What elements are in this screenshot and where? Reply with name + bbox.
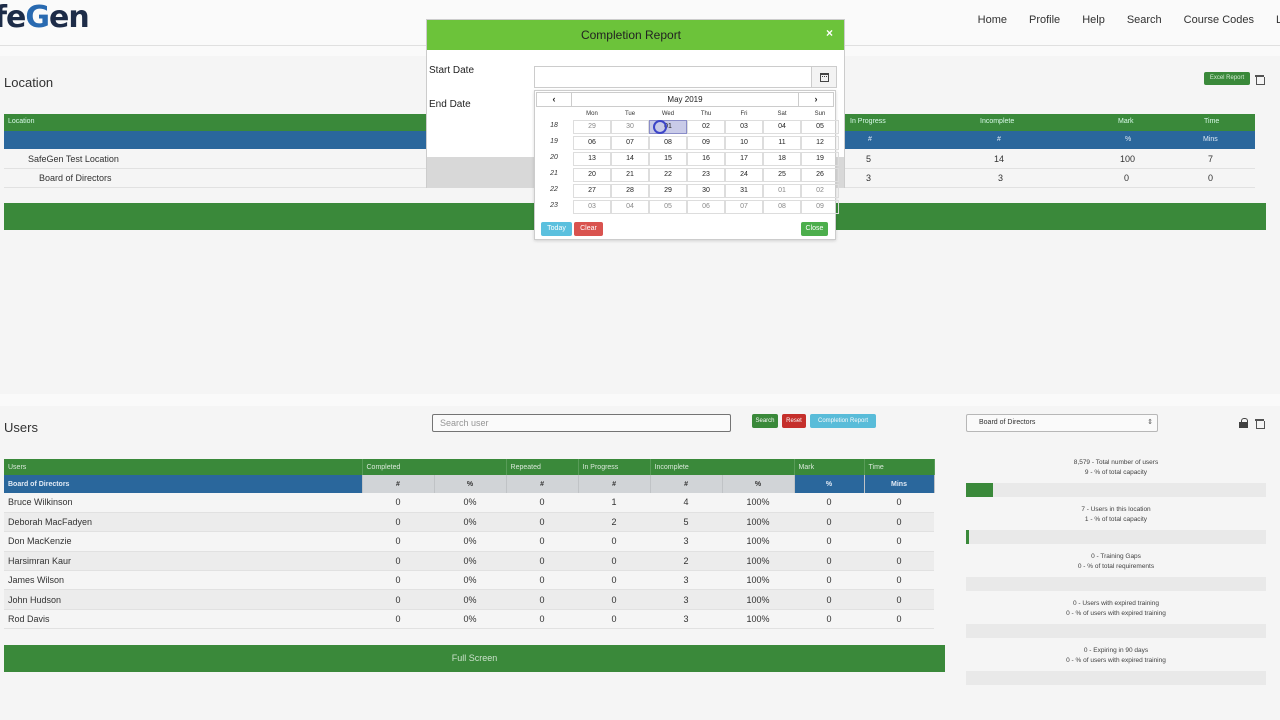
week-number: 21	[550, 170, 558, 177]
weekday-label: Fri	[740, 111, 748, 117]
calendar-day[interactable]: 08	[649, 136, 687, 150]
calendar-day[interactable]: 02	[687, 120, 725, 134]
calendar-day[interactable]: 04	[763, 120, 801, 134]
calendar-day[interactable]: 29	[649, 184, 687, 198]
calendar-day[interactable]: 24	[725, 168, 763, 182]
calendar-button[interactable]	[811, 66, 837, 88]
today-button[interactable]: Today	[541, 222, 572, 236]
calendar-week-row: 21 20 21 22 23 24 25 26	[535, 167, 839, 183]
close-button[interactable]: Close	[801, 222, 828, 236]
modal-header: Completion Report ×	[427, 20, 844, 50]
calendar-day[interactable]: 07	[611, 136, 649, 150]
calendar-day[interactable]: 01	[763, 184, 801, 198]
week-number: 23	[550, 202, 558, 209]
weekday-label: Wed	[661, 111, 675, 117]
calendar-day[interactable]: 04	[611, 200, 649, 214]
calendar-day[interactable]: 14	[611, 152, 649, 166]
weekday-label: Mon	[586, 111, 598, 117]
calendar-day[interactable]: 22	[649, 168, 687, 182]
week-number: 22	[550, 186, 558, 193]
calendar-day[interactable]: 16	[687, 152, 725, 166]
calendar-icon	[820, 73, 829, 82]
calendar-day[interactable]: 03	[725, 120, 763, 134]
start-date-input[interactable]	[534, 66, 811, 88]
calendar-day[interactable]: 25	[763, 168, 801, 182]
calendar-week-row: 22 27 28 29 30 31 01 02	[535, 183, 839, 199]
calendar-day[interactable]: 20	[573, 168, 611, 182]
calendar-day[interactable]: 12	[801, 136, 839, 150]
calendar-week-row: 19 06 07 08 09 10 11 12	[535, 135, 839, 151]
calendar-day[interactable]: 15	[649, 152, 687, 166]
week-number: 18	[550, 122, 558, 129]
calendar-day[interactable]: 18	[763, 152, 801, 166]
calendar-day[interactable]: 11	[763, 136, 801, 150]
end-date-label: End Date	[429, 99, 471, 110]
calendar-day[interactable]: 02	[801, 184, 839, 198]
month-title[interactable]: May 2019	[572, 92, 798, 107]
weekday-label: Sat	[777, 111, 787, 117]
calendar-day[interactable]: 30	[611, 120, 649, 134]
calendar-week-row: 18 29 30 01 02 03 04 05	[535, 119, 839, 135]
calendar-day[interactable]: 06	[573, 136, 611, 150]
calendar-day[interactable]: 31	[725, 184, 763, 198]
calendar-week-row: 23 03 04 05 06 07 08 09	[535, 199, 839, 215]
calendar-day[interactable]: 23	[687, 168, 725, 182]
weekday-label: Sun	[814, 111, 826, 117]
calendar-day[interactable]: 21	[611, 168, 649, 182]
calendar-week-row: 20 13 14 15 16 17 18 19	[535, 151, 839, 167]
calendar-day[interactable]: 07	[725, 200, 763, 214]
calendar-day[interactable]: 26	[801, 168, 839, 182]
week-number: 19	[550, 138, 558, 145]
calendar-day[interactable]: 27	[573, 184, 611, 198]
clear-button[interactable]: Clear	[574, 222, 603, 236]
calendar-day[interactable]: 09	[801, 200, 839, 214]
weekday-label: Thu	[700, 111, 712, 117]
datepicker: ‹ May 2019 › Mon Tue Wed Thu Fri Sat Sun 18 29 30…	[534, 90, 839, 240]
calendar-day[interactable]: 05	[801, 120, 839, 134]
calendar-day[interactable]: 13	[573, 152, 611, 166]
calendar-day[interactable]: 28	[611, 184, 649, 198]
datepicker-grid: Mon Tue Wed Thu Fri Sat Sun 18 29 30 01 02 03 04 05 19 0…	[535, 109, 839, 215]
modal-title: Completion Report	[580, 28, 682, 42]
week-number-header	[535, 109, 573, 119]
calendar-day[interactable]: 09	[687, 136, 725, 150]
datepicker-header: ‹ May 2019 ›	[535, 91, 835, 108]
mouse-cursor	[653, 120, 667, 134]
prev-month-button[interactable]: ‹	[536, 92, 572, 107]
calendar-day[interactable]: 29	[573, 120, 611, 134]
calendar-day[interactable]: 17	[725, 152, 763, 166]
calendar-day[interactable]: 08	[763, 200, 801, 214]
start-date-label: Start Date	[429, 65, 475, 76]
calendar-day[interactable]: 10	[725, 136, 763, 150]
weekday-label: Tue	[624, 111, 636, 117]
next-month-button[interactable]: ›	[798, 92, 834, 107]
calendar-day[interactable]: 03	[573, 200, 611, 214]
weekday-row: Mon Tue Wed Thu Fri Sat Sun	[535, 109, 839, 119]
calendar-day[interactable]: 06	[687, 200, 725, 214]
calendar-day[interactable]: 19	[801, 152, 839, 166]
calendar-day[interactable]: 05	[649, 200, 687, 214]
week-number: 20	[550, 154, 558, 161]
calendar-day[interactable]: 30	[687, 184, 725, 198]
close-icon[interactable]: ×	[826, 26, 833, 40]
